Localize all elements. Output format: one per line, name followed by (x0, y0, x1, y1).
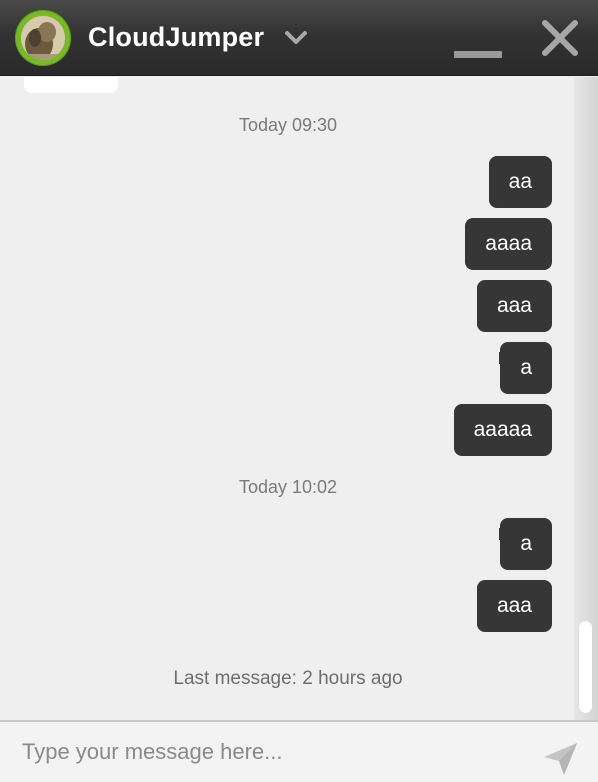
send-icon (544, 743, 577, 775)
message-bubble: aaa (476, 280, 552, 332)
scrollbar-thumb[interactable] (579, 621, 592, 713)
message-timestamp: Today 10:02 (238, 477, 338, 497)
close-icon (542, 20, 578, 56)
message-bubble: aaaaa (453, 404, 552, 456)
message-list: Today 09:30 aa aaaa aaa a aaaaa Today 10… (0, 77, 598, 720)
minimize-icon (454, 51, 502, 58)
message-bubble: a (499, 342, 552, 394)
chat-header: CloudJumper (0, 0, 598, 76)
message-bubble: aaaa (465, 218, 552, 270)
close-button[interactable] (540, 18, 580, 58)
chevron-down-icon[interactable] (284, 27, 308, 49)
last-message-status: Last message: 2 hours ago (173, 668, 403, 689)
message-bubble: a (499, 518, 552, 570)
avatar[interactable] (15, 10, 71, 66)
message-input[interactable] (0, 722, 530, 782)
message-timestamp: Today 09:30 (238, 115, 338, 135)
avatar-photo-icon (21, 16, 65, 60)
send-button[interactable] (542, 740, 580, 778)
contact-name: CloudJumper (88, 22, 265, 52)
message-bubble: aaa (476, 580, 552, 632)
message-bubble: aa (488, 156, 552, 208)
minimize-button[interactable] (450, 30, 504, 64)
composer (0, 720, 598, 782)
previous-message-bubble (24, 77, 118, 93)
scrollbar[interactable] (574, 77, 598, 720)
